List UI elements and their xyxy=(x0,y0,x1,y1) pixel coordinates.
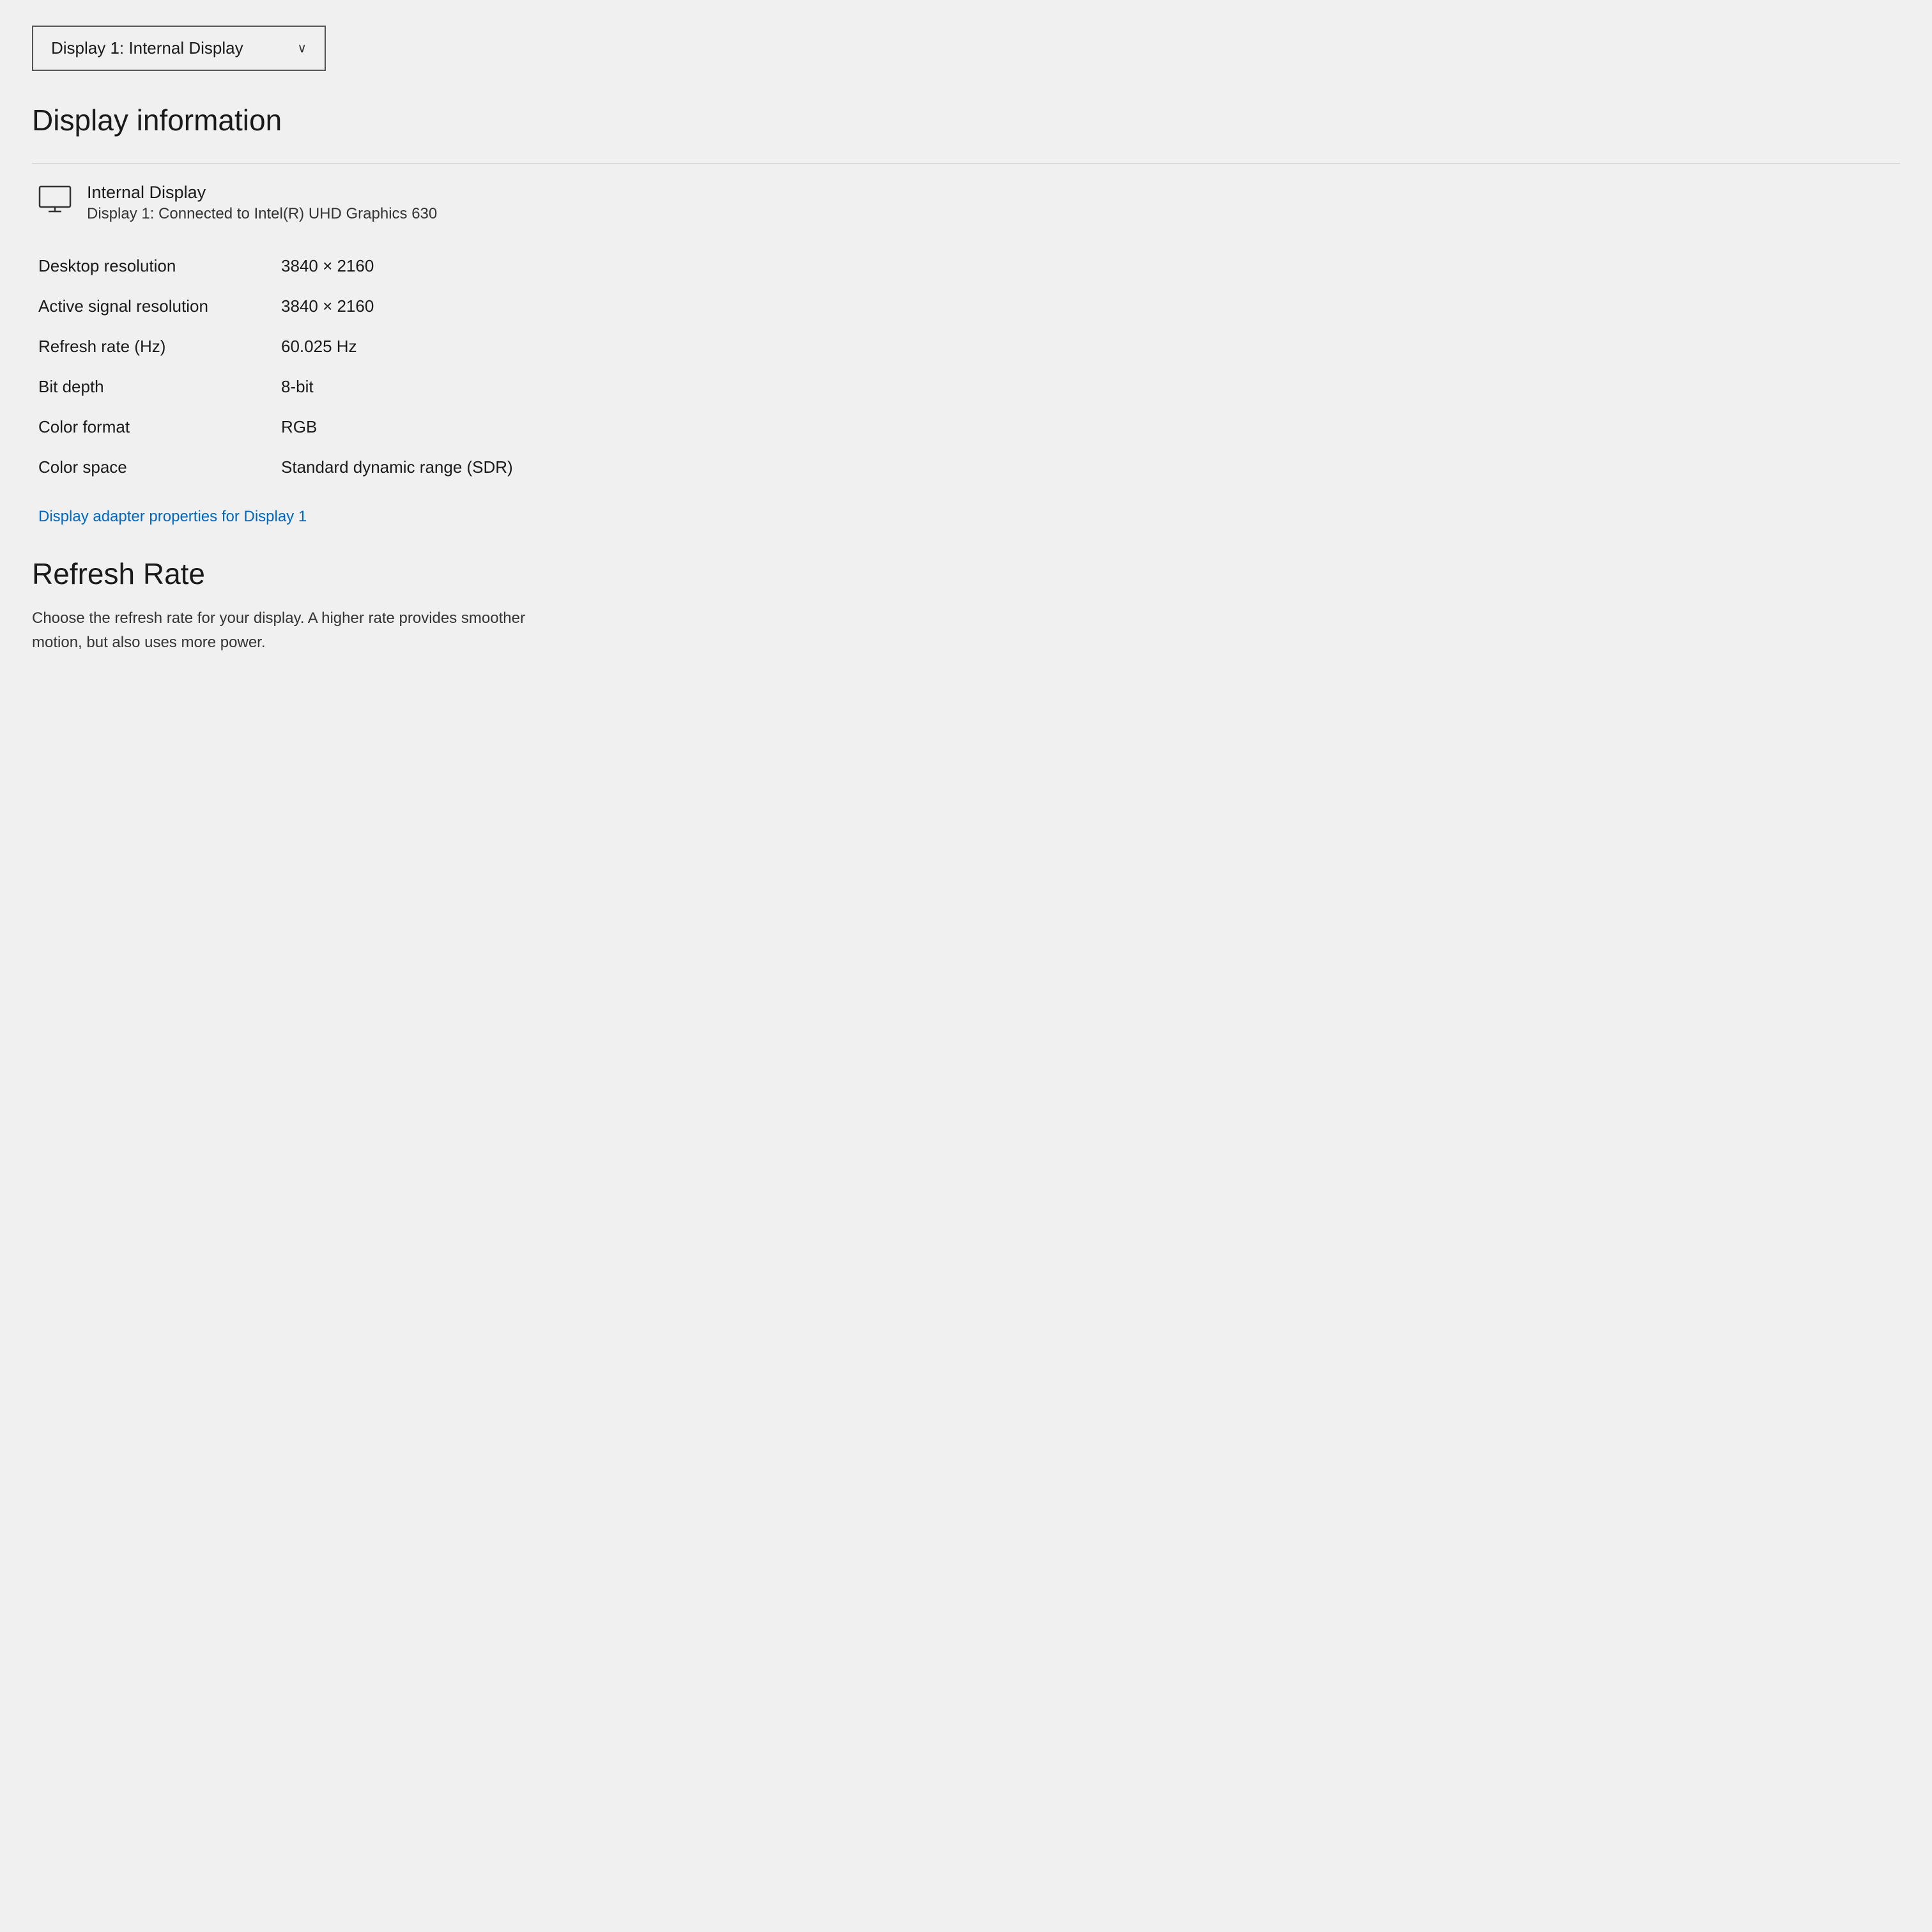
bit-depth-label: Bit depth xyxy=(38,377,281,397)
monitor-text-block: Internal Display Display 1: Connected to… xyxy=(87,183,437,223)
color-space-label: Color space xyxy=(38,457,281,477)
bit-depth-row: Bit depth 8-bit xyxy=(32,367,1900,407)
monitor-icon xyxy=(38,185,72,213)
active-signal-resolution-row: Active signal resolution 3840 × 2160 xyxy=(32,286,1900,326)
monitor-row: Internal Display Display 1: Connected to… xyxy=(32,183,1900,223)
display-selector-wrapper: Display 1: Internal Display ∨ xyxy=(32,26,1900,71)
chevron-down-icon: ∨ xyxy=(297,40,307,56)
divider xyxy=(32,163,1900,164)
desktop-resolution-value: 3840 × 2160 xyxy=(281,256,374,276)
monitor-subtitle: Display 1: Connected to Intel(R) UHD Gra… xyxy=(87,205,437,223)
bit-depth-value: 8-bit xyxy=(281,377,314,397)
color-space-row: Color space Standard dynamic range (SDR) xyxy=(32,447,1900,487)
display-information-title: Display information xyxy=(32,103,1900,137)
refresh-rate-label: Refresh rate (Hz) xyxy=(38,337,281,356)
display-information-section: Display information Internal Display Dis… xyxy=(32,103,1900,531)
color-format-label: Color format xyxy=(38,417,281,437)
active-signal-resolution-value: 3840 × 2160 xyxy=(281,296,374,316)
display-selector-dropdown[interactable]: Display 1: Internal Display ∨ xyxy=(32,26,326,71)
display-selector-label: Display 1: Internal Display xyxy=(51,38,243,58)
refresh-rate-section: Refresh Rate Choose the refresh rate for… xyxy=(32,556,1900,656)
display-adapter-link[interactable]: Display adapter properties for Display 1 xyxy=(32,503,313,531)
refresh-rate-row: Refresh rate (Hz) 60.025 Hz xyxy=(32,326,1900,367)
desktop-resolution-row: Desktop resolution 3840 × 2160 xyxy=(32,246,1900,286)
active-signal-resolution-label: Active signal resolution xyxy=(38,296,281,316)
refresh-rate-description: Choose the refresh rate for your display… xyxy=(32,606,575,656)
display-info-table: Desktop resolution 3840 × 2160 Active si… xyxy=(32,246,1900,487)
monitor-icon-wrap xyxy=(38,185,72,217)
color-format-row: Color format RGB xyxy=(32,407,1900,447)
desktop-resolution-label: Desktop resolution xyxy=(38,256,281,276)
refresh-rate-value: 60.025 Hz xyxy=(281,337,357,356)
monitor-name: Internal Display xyxy=(87,183,437,203)
refresh-rate-title: Refresh Rate xyxy=(32,556,1900,591)
color-format-value: RGB xyxy=(281,417,317,437)
color-space-value: Standard dynamic range (SDR) xyxy=(281,457,513,477)
